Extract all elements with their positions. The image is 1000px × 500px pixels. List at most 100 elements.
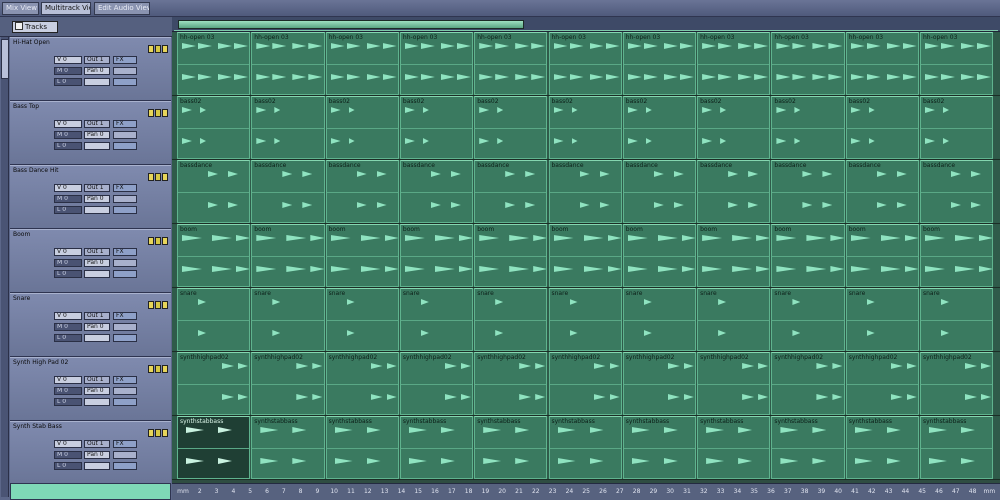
audio-clip[interactable]: bassdance [399,160,474,223]
tab-multitrack-view[interactable]: Multitrack View [41,2,91,15]
track-mute-field[interactable]: M 0 [54,259,82,267]
track-fx-button[interactable]: FX [113,440,137,448]
audio-clip[interactable]: synthhighpad02 [177,352,251,415]
audio-clip[interactable]: bass02 [771,96,845,159]
record-arm-icon[interactable] [148,301,154,309]
track-volume-field[interactable]: V 0 [54,56,82,64]
tracks-button[interactable]: Tracks [12,21,58,33]
record-arm-icon[interactable] [148,365,154,373]
track-header[interactable]: Hi-Hat Open V 0 Out 1 FX M 0 Pan 0L 0 [10,37,171,101]
track-eq-button[interactable] [113,451,137,459]
audio-clip[interactable]: snare [920,288,994,351]
horizontal-scrollbar[interactable] [172,17,1000,32]
track-level-field[interactable]: L 0 [54,462,82,470]
audio-clip[interactable]: boom [474,224,548,287]
audio-clip[interactable]: bass02 [177,96,251,159]
track-out-field[interactable]: Out 1 [84,120,110,128]
audio-clip[interactable]: bassdance [548,160,622,223]
track-lane[interactable]: synthhighpad02 synthhighpad02 synthhighpad… [172,352,1000,416]
mute-icon[interactable] [162,365,168,373]
audio-clip[interactable]: hh-open 03 [177,32,251,95]
track-header[interactable]: Bass Top V 0 Out 1 FX M 0 Pan 0L 0 [10,101,171,165]
mute-icon[interactable] [162,429,168,437]
audio-clip[interactable]: synthstabbass [474,416,548,479]
audio-clip[interactable]: bassdance [697,160,771,223]
track-level-field[interactable]: L 0 [54,270,82,278]
record-arm-icon[interactable] [148,429,154,437]
audio-clip[interactable]: bassdance [325,160,399,223]
track-name[interactable]: Boom [13,231,133,239]
track-mute-field[interactable]: M 0 [54,451,82,459]
audio-clip[interactable]: hh-open 03 [845,32,919,95]
track-pan-field[interactable]: Pan 0 [84,67,110,75]
track-input-field[interactable] [84,206,110,214]
audio-clip[interactable]: synthstabbass [697,416,771,479]
audio-clip[interactable]: bassdance [845,160,919,223]
track-volume-field[interactable]: V 0 [54,312,82,320]
solo-icon[interactable] [155,109,161,117]
track-lane[interactable]: boom boom boom boom boom boom boom boom boom boom… [172,224,1000,288]
audio-clip[interactable]: snare [325,288,399,351]
audio-clip[interactable]: snare [697,288,771,351]
audio-clip[interactable]: boom [251,224,325,287]
mute-icon[interactable] [162,173,168,181]
audio-clip[interactable]: synthhighpad02 [474,352,548,415]
audio-clip[interactable]: bassdance [920,160,994,223]
audio-clip[interactable]: synthhighpad02 [325,352,399,415]
track-mute-field[interactable]: M 0 [54,67,82,75]
track-bus-button[interactable] [113,334,137,342]
track-input-field[interactable] [84,78,110,86]
audio-clip[interactable]: synthstabbass [622,416,697,479]
track-name[interactable]: Hi-Hat Open [13,39,133,47]
track-level-field[interactable]: L 0 [54,142,82,150]
audio-clip[interactable]: bassdance [474,160,548,223]
track-pan-field[interactable]: Pan 0 [84,259,110,267]
track-fx-button[interactable]: FX [113,312,137,320]
audio-clip[interactable]: snare [622,288,697,351]
track-eq-button[interactable] [113,195,137,203]
track-eq-button[interactable] [113,67,137,75]
audio-clip[interactable]: synthstabbass [251,416,325,479]
audio-clip[interactable]: boom [325,224,399,287]
audio-clip[interactable]: boom [845,224,919,287]
audio-clip[interactable]: synthstabbass [177,416,251,479]
track-level-field[interactable]: L 0 [54,334,82,342]
audio-clip[interactable]: synthstabbass [399,416,474,479]
track-mute-field[interactable]: M 0 [54,387,82,395]
track-volume-field[interactable]: V 0 [54,376,82,384]
audio-clip[interactable]: hh-open 03 [474,32,548,95]
timeline-ruler[interactable]: mm 2 3 4 5 6 7 8 9 10 11 12 13 14 15 16 17 18 19 20 21 22 23 24… [172,483,1000,500]
track-input-field[interactable] [84,398,110,406]
track-out-field[interactable]: Out 1 [84,312,110,320]
audio-clip[interactable]: hh-open 03 [697,32,771,95]
audio-clip[interactable]: bass02 [697,96,771,159]
solo-icon[interactable] [155,429,161,437]
track-mute-field[interactable]: M 0 [54,131,82,139]
track-lane[interactable]: bass02 bass02 bass02 bass02 bass02 bass02 bass… [172,96,1000,160]
audio-clip[interactable]: bassdance [177,160,251,223]
track-fx-button[interactable]: FX [113,184,137,192]
audio-clip[interactable]: bassdance [251,160,325,223]
vertical-scrollbar[interactable] [1,37,9,497]
track-level-field[interactable]: L 0 [54,398,82,406]
mute-icon[interactable] [162,301,168,309]
track-volume-field[interactable]: V 0 [54,184,82,192]
audio-clip[interactable]: synthhighpad02 [548,352,622,415]
record-arm-icon[interactable] [148,173,154,181]
audio-clip[interactable]: synthstabbass [845,416,919,479]
track-mute-field[interactable]: M 0 [54,323,82,331]
track-out-field[interactable]: Out 1 [84,56,110,64]
vertical-scroll-thumb[interactable] [1,39,9,79]
tab-mix-view[interactable]: Mix View [2,2,39,15]
audio-clip[interactable]: synthstabbass [325,416,399,479]
track-eq-button[interactable] [113,323,137,331]
solo-icon[interactable] [155,301,161,309]
audio-clip[interactable]: synthhighpad02 [697,352,771,415]
mute-icon[interactable] [162,45,168,53]
audio-clip[interactable]: snare [845,288,919,351]
track-name[interactable]: Bass Top [13,103,133,111]
track-eq-button[interactable] [113,387,137,395]
track-out-field[interactable]: Out 1 [84,440,110,448]
audio-clip[interactable]: bass02 [474,96,548,159]
audio-clip[interactable]: synthhighpad02 [399,352,474,415]
